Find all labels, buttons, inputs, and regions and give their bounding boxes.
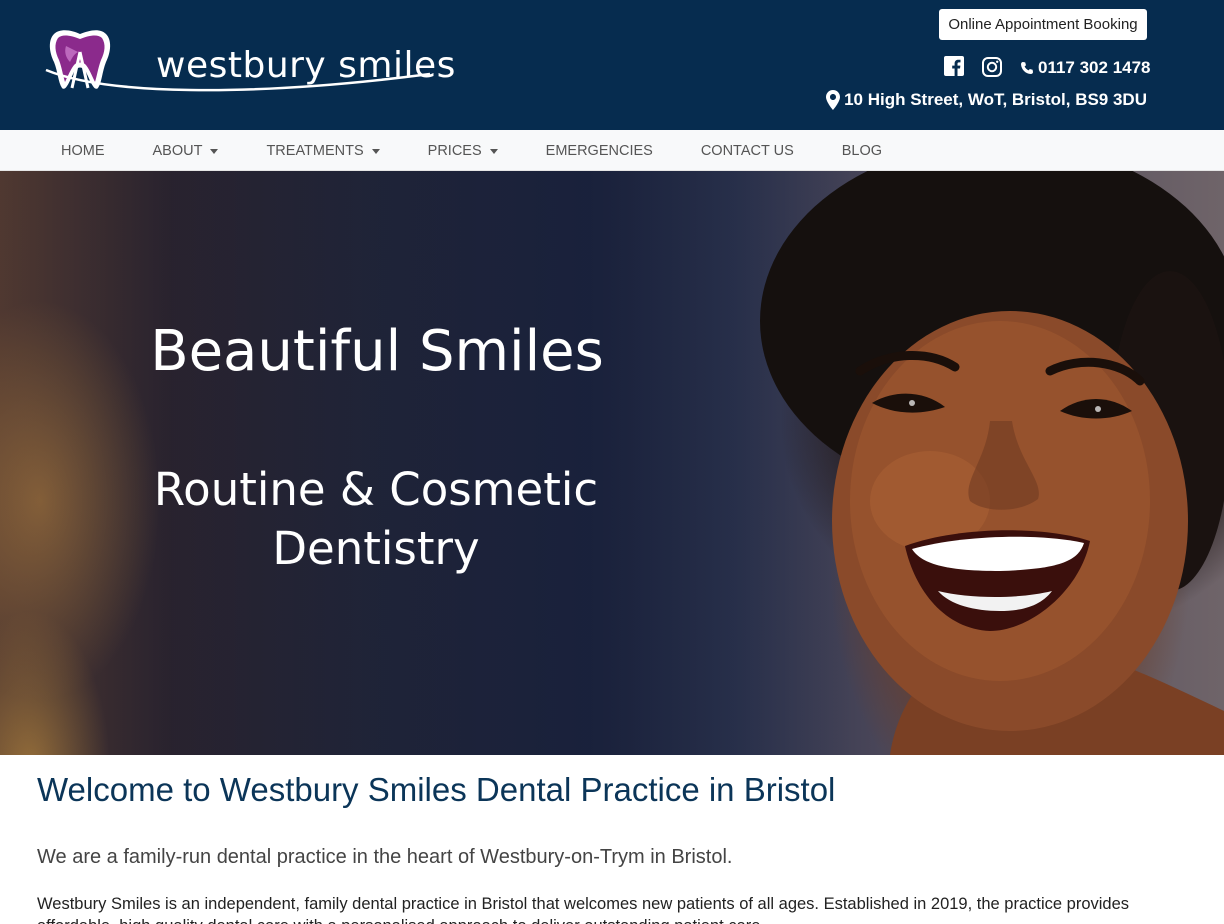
address: 10 High Street, WoT, Bristol, BS9 3DU [826, 88, 1147, 112]
map-pin-icon [826, 90, 841, 110]
site-logo[interactable]: westbury smiles [44, 22, 455, 94]
nav-item-about[interactable]: ABOUT [129, 143, 243, 159]
nav-item-label: EMERGENCIES [545, 142, 653, 159]
phone-label: 0117 302 1478 [1038, 58, 1151, 77]
online-booking-button[interactable]: Online Appointment Booking [939, 9, 1147, 40]
hero-banner: Beautiful Smiles Routine & Cosmetic Dent… [0, 171, 1224, 755]
nav-item-label: CONTACT US [700, 142, 794, 159]
instagram-icon[interactable] [981, 56, 1003, 78]
nav-item-blog[interactable]: BLOG [818, 143, 906, 159]
nav-item-label: TREATMENTS [266, 142, 364, 159]
caret-down-icon [371, 148, 380, 154]
main-content: Welcome to Westbury Smiles Dental Practi… [37, 770, 1187, 924]
intro-paragraph: Westbury Smiles is an independent, famil… [37, 894, 1130, 924]
nav-item-prices[interactable]: PRICES [404, 143, 522, 159]
caret-down-icon [489, 148, 498, 154]
nav-item-label: PRICES [427, 142, 482, 159]
nav-item-contact-us[interactable]: CONTACT US [677, 143, 818, 159]
hero-subtitle: Routine & Cosmetic Dentistry [153, 463, 599, 575]
address-label: 10 High Street, WoT, Bristol, BS9 3DU [844, 90, 1147, 109]
site-header: westbury smiles Online Appointment Booki… [0, 0, 1224, 130]
nav-item-home[interactable]: HOME [37, 143, 129, 159]
page-title: Welcome to Westbury Smiles Dental Practi… [37, 771, 836, 808]
hero-title: Beautiful Smiles [150, 319, 604, 384]
nav-item-label: BLOG [841, 142, 883, 159]
caret-down-icon [210, 148, 219, 154]
phone-number[interactable]: 0117 302 1478 [1020, 56, 1151, 80]
nav-item-treatments[interactable]: TREATMENTS [242, 143, 403, 159]
hero-portrait-image [760, 171, 1224, 755]
nav-item-label: HOME [61, 142, 105, 159]
nav-item-emergencies[interactable]: EMERGENCIES [522, 143, 677, 159]
main-nav: HOME ABOUT TREATMENTS PRICES EMERGENCIES… [0, 130, 1224, 171]
nav-item-label: ABOUT [152, 142, 203, 159]
logo-text: westbury smiles [156, 45, 456, 86]
lead-paragraph: We are a family-run dental practice in t… [37, 845, 733, 868]
phone-icon [1020, 61, 1034, 75]
facebook-icon[interactable] [944, 56, 964, 76]
